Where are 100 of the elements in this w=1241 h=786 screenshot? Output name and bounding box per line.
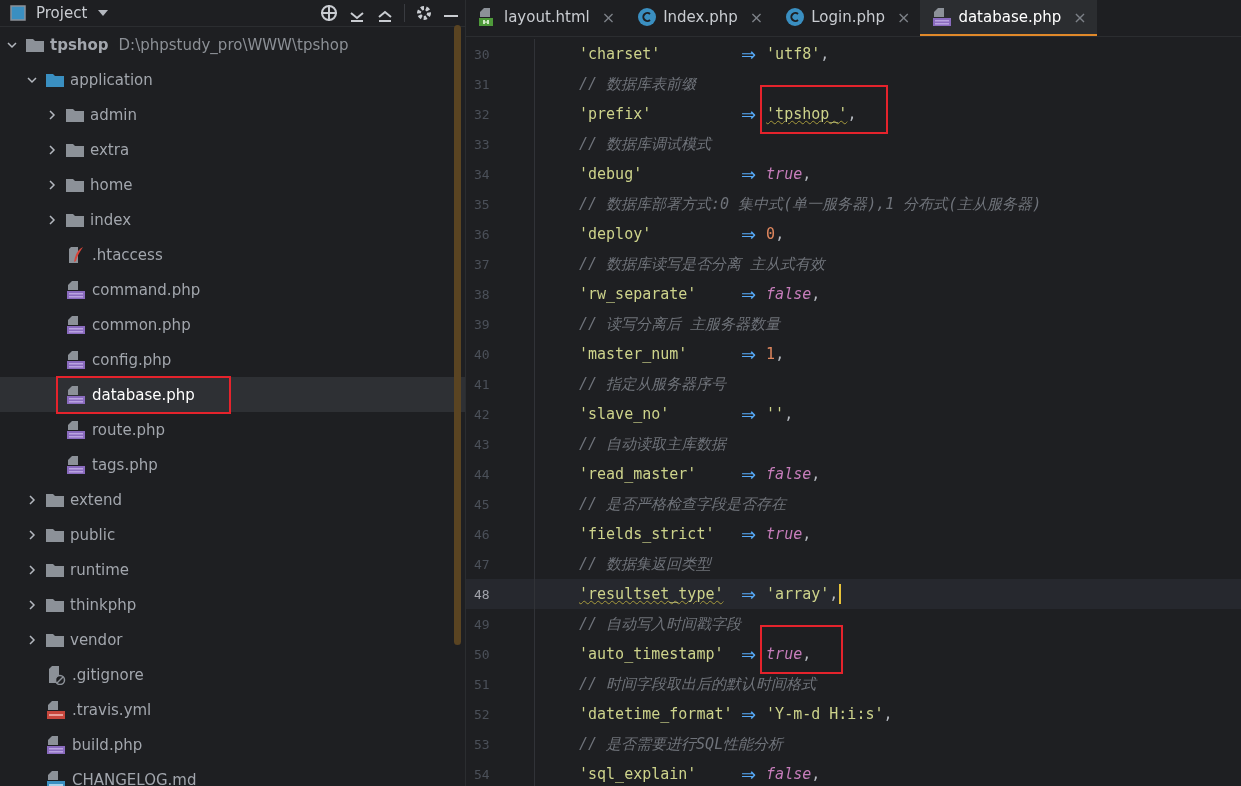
code-comment: // 数据库读写是否分离 主从式有效 [579, 254, 826, 274]
panel-icon [10, 5, 26, 21]
file-name: thinkphp [70, 595, 137, 614]
file-name: application [70, 70, 153, 89]
tree-item[interactable]: route.php [0, 412, 465, 447]
folder-icon [46, 72, 64, 87]
close-tab-button[interactable]: × [601, 7, 616, 27]
chevron-icon[interactable] [26, 563, 38, 576]
code-comment: // 数据集返回类型 [579, 554, 712, 574]
tree-item[interactable]: .gitignore [0, 657, 465, 692]
tree-item[interactable]: admin [0, 97, 465, 132]
file-name: index [90, 210, 132, 229]
folder-icon [26, 37, 44, 52]
tree-item[interactable]: build.php [0, 727, 465, 762]
comma: , [775, 345, 785, 363]
comma: , [811, 765, 821, 783]
editor-tab[interactable]: database.php × [920, 0, 1097, 36]
chevron-icon[interactable] [26, 493, 38, 506]
array-key: 'sql_explain' [579, 765, 735, 783]
folder-icon [66, 107, 84, 122]
chevron-icon[interactable] [46, 143, 58, 156]
arrow-operator: ⇒ [741, 583, 757, 605]
tree-item[interactable]: CHANGELOG.md [0, 762, 465, 786]
tree-item[interactable]: extend [0, 482, 465, 517]
file-name: CHANGELOG.md [72, 770, 197, 786]
php-file-icon [66, 384, 86, 405]
file-name: build.php [72, 735, 143, 754]
target-icon[interactable] [320, 4, 338, 22]
close-tab-button[interactable]: × [897, 7, 911, 27]
tree-item[interactable]: tags.php [0, 447, 465, 482]
tree-item[interactable]: index [0, 202, 465, 237]
arrow-operator: ⇒ [741, 703, 757, 725]
file-name: tpshop [50, 35, 109, 54]
tree-item[interactable]: .htaccess [0, 237, 465, 272]
tree-item[interactable]: extra [0, 132, 465, 167]
tree-item[interactable]: public [0, 517, 465, 552]
array-key: 'rw_separate' [579, 285, 735, 303]
tree-item[interactable]: runtime [0, 552, 465, 587]
code-comment: // 是否严格检查字段是否存在 [579, 494, 787, 514]
tree-item[interactable]: config.php [0, 342, 465, 377]
file-name: admin [90, 105, 137, 124]
settings-icon[interactable] [415, 4, 433, 22]
array-key: 'auto_timestamp' [579, 645, 735, 663]
editor-tab[interactable]: layout.html × [466, 0, 626, 36]
array-value: false [766, 285, 812, 303]
editor-tab[interactable]: Login.php × [773, 0, 921, 36]
close-tab-button[interactable]: × [749, 7, 764, 27]
tree-item[interactable]: home [0, 167, 465, 202]
array-key: 'fields_strict' [579, 525, 735, 543]
panel-title[interactable]: Project [36, 4, 88, 22]
php-file-icon [66, 314, 86, 335]
file-name: .gitignore [72, 665, 144, 684]
folder-icon [46, 492, 64, 507]
arrow-operator: ⇒ [741, 283, 757, 305]
chevron-icon[interactable] [26, 598, 38, 611]
chevron-icon[interactable] [46, 108, 58, 121]
tree-item[interactable]: thinkphp [0, 587, 465, 622]
code-comment: // 指定从服务器序号 [579, 374, 727, 394]
tree-item[interactable]: database.php [0, 377, 465, 412]
arrow-operator: ⇒ [741, 763, 757, 785]
scrollbar[interactable] [454, 25, 461, 645]
code-comment: // 自动写入时间戳字段 [579, 614, 742, 634]
tree-item[interactable]: common.php [0, 307, 465, 342]
close-tab-button[interactable]: × [1073, 7, 1087, 27]
array-value: 'utf8' [766, 45, 821, 63]
tree-item[interactable]: vendor [0, 622, 465, 657]
php-file-icon [66, 419, 86, 440]
file-name: vendor [70, 630, 123, 649]
yaml-file-icon [46, 699, 66, 720]
file-name: extra [90, 140, 130, 159]
array-key: 'slave_no' [579, 405, 735, 423]
comma: , [883, 705, 893, 723]
code-comment: // 自动读取主库数据 [579, 434, 727, 454]
code-comment: // 时间字段取出后的默认时间格式 [579, 674, 817, 694]
tree-item[interactable]: .travis.yml [0, 692, 465, 727]
code-comment: // 数据库表前缀 [579, 74, 697, 94]
tree-item[interactable]: command.php [0, 272, 465, 307]
chevron-icon[interactable] [26, 528, 38, 541]
comma: , [802, 645, 812, 663]
chevron-icon[interactable] [26, 633, 38, 646]
comma: , [802, 525, 812, 543]
folder-icon [46, 632, 64, 647]
file-name: common.php [92, 315, 191, 334]
comma: , [784, 405, 794, 423]
editor-tab[interactable]: Index.php × [625, 0, 774, 36]
php-file-icon [66, 279, 86, 300]
array-value: 1 [766, 345, 776, 363]
file-name: route.php [92, 420, 165, 439]
tree-item[interactable]: application [0, 62, 465, 97]
array-key: 'datetime_format' [579, 705, 735, 723]
code-comment: // 数据库调试模式 [579, 134, 712, 154]
array-key: 'prefix' [579, 105, 735, 123]
chevron-icon[interactable] [46, 178, 58, 191]
class-icon [785, 7, 806, 27]
file-name: extend [70, 490, 122, 509]
dropdown-caret-icon[interactable] [97, 8, 110, 18]
tree-item[interactable]: tpshop D:\phpstudy_pro\WWW\tpshop [0, 27, 465, 62]
chevron-icon[interactable] [46, 213, 58, 226]
folder-icon [46, 562, 64, 577]
arrow-operator: ⇒ [741, 163, 757, 185]
